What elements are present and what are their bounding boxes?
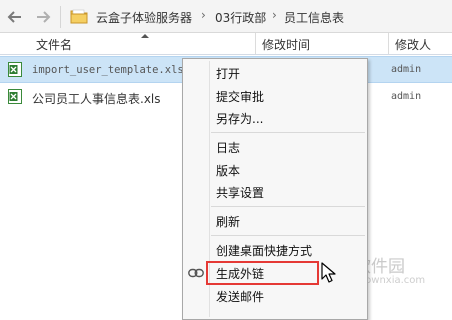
nav-divider xyxy=(60,6,61,28)
menu-item-open[interactable]: 打开 xyxy=(216,65,240,82)
navigation-bar: 云盒子体验服务器 › 03行政部 › 员工信息表 xyxy=(0,0,452,33)
forward-arrow-icon[interactable] xyxy=(32,6,54,28)
breadcrumb-separator: › xyxy=(272,8,277,22)
folder-icon xyxy=(70,9,88,24)
file-name: 公司员工人事信息表.xls xyxy=(32,92,161,106)
menu-item-log[interactable]: 日志 xyxy=(216,139,240,156)
menu-separator xyxy=(211,206,365,207)
file-modified-by: admin xyxy=(391,64,422,75)
column-header: 文件名 修改时间 修改人 xyxy=(0,33,452,55)
excel-file-icon xyxy=(8,89,22,104)
column-divider[interactable] xyxy=(255,33,256,54)
excel-file-icon xyxy=(8,62,22,77)
column-header-modified-by[interactable]: 修改人 xyxy=(395,36,431,53)
menu-item-save-as[interactable]: 另存为... xyxy=(216,110,263,127)
menu-separator xyxy=(211,235,365,236)
menu-separator xyxy=(211,132,365,133)
breadcrumb-item-server[interactable]: 云盒子体验服务器 xyxy=(96,9,192,26)
column-header-name[interactable]: 文件名 xyxy=(36,36,72,53)
menu-item-create-shortcut[interactable]: 创建桌面快捷方式 xyxy=(216,242,312,259)
back-arrow-icon[interactable] xyxy=(4,6,26,28)
link-icon xyxy=(188,268,204,278)
menu-item-version[interactable]: 版本 xyxy=(216,162,240,179)
highlight-box xyxy=(206,261,319,285)
column-divider[interactable] xyxy=(388,33,389,54)
mouse-cursor-icon xyxy=(321,262,336,283)
breadcrumb-item-department[interactable]: 03行政部 xyxy=(215,9,266,26)
menu-item-refresh[interactable]: 刷新 xyxy=(216,213,240,230)
breadcrumb-separator: › xyxy=(201,8,206,22)
menu-item-send-email[interactable]: 发送邮件 xyxy=(216,288,264,305)
file-name: import_user_template.xls xyxy=(32,64,184,76)
menu-item-submit-approval[interactable]: 提交审批 xyxy=(216,88,264,105)
column-header-modified-time[interactable]: 修改时间 xyxy=(262,36,310,53)
file-modified-by: admin xyxy=(391,91,422,102)
sort-ascending-icon xyxy=(141,34,149,38)
breadcrumb-item-folder[interactable]: 员工信息表 xyxy=(284,9,344,26)
menu-item-share-settings[interactable]: 共享设置 xyxy=(216,184,264,201)
